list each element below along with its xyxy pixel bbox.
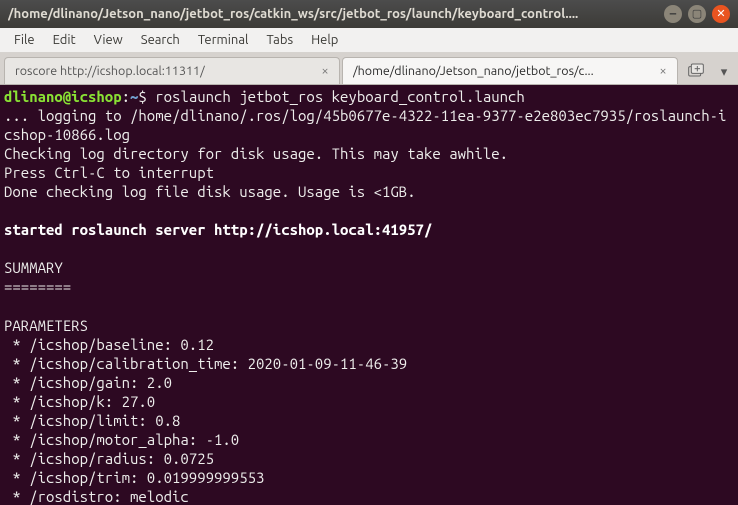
tab-keyboard-control[interactable]: /home/dlinano/Jetson_nano/jetbot_ros/c..…: [342, 57, 678, 84]
prompt-symbol: $: [138, 88, 155, 105]
menu-file[interactable]: File: [6, 30, 43, 50]
tab-close-icon[interactable]: ×: [317, 63, 333, 79]
new-tab-icon: [688, 63, 704, 77]
roslaunch-server-line: started roslaunch server http://icshop.l…: [4, 221, 432, 238]
param-line: * /icshop/gain: 2.0: [4, 374, 172, 391]
log-line: ... logging to /home/dlinano/.ros/log/45…: [4, 107, 726, 143]
menu-search[interactable]: Search: [133, 30, 188, 50]
new-tab-button[interactable]: [682, 58, 710, 82]
tab-label: roscore http://icshop.local:11311/: [15, 64, 311, 78]
menu-help[interactable]: Help: [303, 30, 346, 50]
tabbar: roscore http://icshop.local:11311/ × /ho…: [0, 53, 738, 85]
menu-tabs[interactable]: Tabs: [258, 30, 301, 50]
tab-close-icon[interactable]: ×: [655, 63, 671, 79]
param-line: * /icshop/calibration_time: 2020-01-09-1…: [4, 355, 407, 372]
log-line: Press Ctrl-C to interrupt: [4, 164, 214, 181]
param-line: * /icshop/k: 27.0: [4, 393, 155, 410]
summary-header: SUMMARY: [4, 259, 63, 276]
window-minimize-button[interactable]: ‒: [664, 5, 682, 23]
summary-sep: ========: [4, 278, 71, 295]
terminal-output[interactable]: dlinano@icshop:~$ roslaunch jetbot_ros k…: [0, 85, 738, 505]
prompt-colon: :: [122, 88, 130, 105]
window-close-button[interactable]: ✕: [712, 5, 730, 23]
menubar: File Edit View Search Terminal Tabs Help: [0, 28, 738, 53]
prompt-user-host: dlinano@icshop: [4, 88, 122, 105]
window-title: /home/dlinano/Jetson_nano/jetbot_ros/cat…: [8, 7, 656, 21]
window-titlebar: /home/dlinano/Jetson_nano/jetbot_ros/cat…: [0, 0, 738, 28]
param-line: * /rosdistro: melodic: [4, 488, 189, 505]
param-line: * /icshop/limit: 0.8: [4, 412, 180, 429]
param-line: * /icshop/trim: 0.019999999553: [4, 469, 264, 486]
tab-menu-trigger-icon[interactable]: ▾: [714, 65, 734, 80]
param-line: * /icshop/radius: 0.0725: [4, 450, 214, 467]
tab-roscore[interactable]: roscore http://icshop.local:11311/ ×: [4, 57, 340, 84]
parameters-header: PARAMETERS: [4, 317, 88, 334]
log-line: Done checking log file disk usage. Usage…: [4, 183, 416, 200]
log-line: Checking log directory for disk usage. T…: [4, 145, 508, 162]
param-line: * /icshop/motor_alpha: -1.0: [4, 431, 239, 448]
window-controls: ‒ ▢ ✕: [664, 5, 730, 23]
prompt-command: roslaunch jetbot_ros keyboard_control.la…: [155, 88, 525, 105]
menu-view[interactable]: View: [86, 30, 131, 50]
menu-terminal[interactable]: Terminal: [190, 30, 257, 50]
tab-label: /home/dlinano/Jetson_nano/jetbot_ros/c..…: [353, 64, 649, 78]
window-maximize-button[interactable]: ▢: [688, 5, 706, 23]
param-line: * /icshop/baseline: 0.12: [4, 336, 214, 353]
menu-edit[interactable]: Edit: [45, 30, 84, 50]
